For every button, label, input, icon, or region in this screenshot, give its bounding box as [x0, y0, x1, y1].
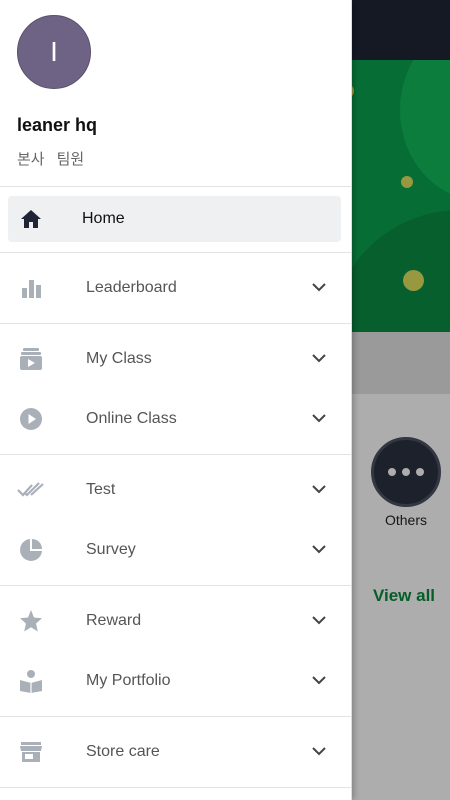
profile-header: I leaner hq 본사 팀원: [0, 0, 351, 187]
chevron-down-icon[interactable]: [311, 350, 327, 371]
portfolio-icon: [0, 669, 62, 693]
nav-item-label: Store care: [86, 743, 160, 760]
nav-item-test[interactable]: Test: [0, 460, 351, 520]
nav-section-class: My Class Online Class: [0, 324, 351, 455]
nav-item-label: Leaderboard: [86, 279, 177, 296]
nav-section-store: Store care: [0, 717, 351, 788]
user-org: 본사: [17, 151, 45, 168]
video-library-icon: [0, 347, 62, 371]
nav-item-reward[interactable]: Reward: [0, 591, 351, 651]
home-icon: [8, 207, 54, 231]
bar-chart-icon: [0, 277, 62, 299]
user-meta: 본사 팀원: [17, 148, 84, 169]
chevron-down-icon[interactable]: [311, 541, 327, 562]
double-check-icon: [0, 480, 62, 500]
store-icon: [0, 740, 62, 764]
home-section: Home: [0, 187, 351, 253]
play-circle-icon: [0, 407, 62, 431]
chevron-down-icon[interactable]: [311, 743, 327, 764]
nav-item-leaderboard[interactable]: Leaderboard: [0, 258, 351, 318]
nav-item-label: Survey: [86, 541, 136, 558]
nav-item-label: Online Class: [86, 410, 177, 427]
avatar[interactable]: I: [17, 15, 91, 89]
nav-item-label: My Portfolio: [86, 672, 171, 689]
star-icon: [0, 609, 62, 633]
chevron-down-icon[interactable]: [311, 279, 327, 300]
nav-item-online-class[interactable]: Online Class: [0, 389, 351, 449]
nav-item-home[interactable]: Home: [8, 196, 341, 242]
chevron-down-icon[interactable]: [311, 481, 327, 502]
pie-chart-icon: [0, 538, 62, 562]
chevron-down-icon[interactable]: [311, 672, 327, 693]
nav-item-label: Home: [82, 210, 125, 227]
nav-item-label: My Class: [86, 350, 152, 367]
chevron-down-icon[interactable]: [311, 410, 327, 431]
nav-item-my-class[interactable]: My Class: [0, 329, 351, 389]
chevron-down-icon[interactable]: [311, 612, 327, 633]
nav-item-my-portfolio[interactable]: My Portfolio: [0, 651, 351, 711]
nav-section-assessment: Test Survey: [0, 455, 351, 586]
user-name: leaner hq: [17, 115, 98, 135]
nav-section-ranking: Leaderboard: [0, 253, 351, 324]
nav-item-label: Reward: [86, 612, 142, 629]
nav-section-personal: Reward My Portfolio: [0, 586, 351, 717]
nav-item-survey[interactable]: Survey: [0, 520, 351, 580]
navigation-drawer: I leaner hq 본사 팀원 Home Leaderboard My Cl…: [0, 0, 352, 800]
nav-item-label: Test: [86, 481, 116, 498]
user-role: 팀원: [56, 151, 85, 168]
nav-item-store-care[interactable]: Store care: [0, 722, 351, 782]
